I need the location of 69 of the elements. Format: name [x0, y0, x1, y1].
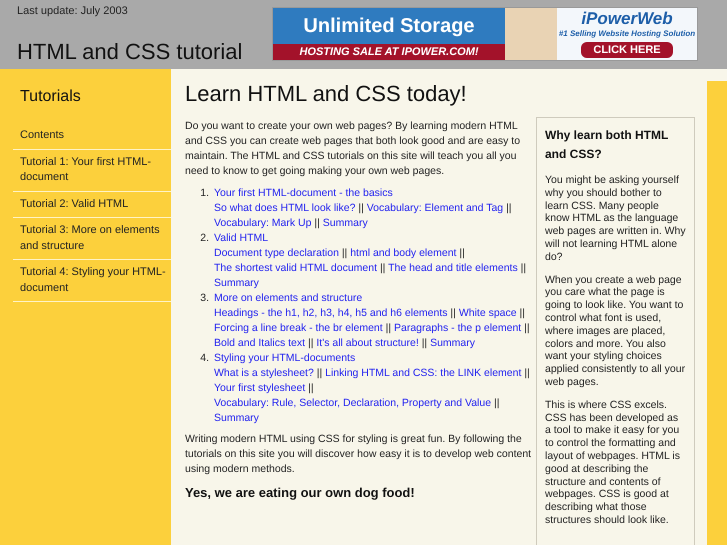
- aside-paragraph: You might be asking yourself why you should bother to learn CSS. Many people know HTML as the language web pages are written in. Why will not learning HTML alone do?: [545, 174, 686, 264]
- banner-headline: Unlimited Storage: [303, 14, 475, 39]
- link-separator: ||: [450, 307, 456, 319]
- lesson-link[interactable]: Paragraphs - the p element: [394, 322, 522, 334]
- ad-banner[interactable]: Unlimited Storage HOSTING SALE AT IPOWER.COM! iPowerWeb #1 Selling Website Hosting Solution CLICK HERE: [272, 7, 698, 61]
- lesson-link[interactable]: White space: [458, 307, 517, 319]
- aside-paragraph: This is where CSS excels. CSS has been developed as a tool to make it easy for you to control the formatting and layout of webpages. HTML is good at describing the structure and contents of webpages. CSS is good at describing what those structures should look like.: [545, 398, 682, 527]
- sidebar-link[interactable]: Tutorial 2: Valid HTML: [13, 192, 171, 217]
- list-number: 3.: [199, 291, 210, 306]
- link-separator: ||: [506, 202, 512, 214]
- link-separator: ||: [308, 337, 314, 349]
- lesson-link[interactable]: Vocabulary: Rule, Selector, Declaration, Property and Value: [214, 397, 492, 409]
- tutorial-link[interactable]: Valid HTML: [214, 231, 268, 246]
- link-separator: ||: [422, 337, 428, 349]
- lesson-link[interactable]: The head and title elements: [388, 262, 518, 274]
- lesson-link[interactable]: So what does HTML look like?: [214, 202, 356, 214]
- link-separator: ||: [520, 307, 525, 319]
- list-number: 1.: [199, 186, 210, 201]
- link-separator: ||: [386, 322, 392, 334]
- site-title: HTML and CSS tutorial: [17, 39, 244, 65]
- lesson-link[interactable]: It's all about structure!: [316, 337, 419, 349]
- page-heading: Learn HTML and CSS today!: [185, 81, 468, 107]
- last-update-text: Last update: July 2003: [17, 4, 129, 18]
- tutorial-link[interactable]: More on elements and structure: [214, 291, 362, 306]
- sidebar-link[interactable]: Tutorial 4: Styling your HTML-document: [13, 260, 171, 301]
- banner-click-here-button[interactable]: CLICK HERE: [581, 42, 673, 58]
- sidebar-title: Tutorials: [19, 87, 82, 107]
- lesson-link[interactable]: Vocabulary: Mark Up: [214, 217, 312, 229]
- link-separator: ||: [524, 367, 530, 379]
- photo-placeholder: [505, 8, 557, 60]
- list-number: 4.: [199, 351, 210, 366]
- link-separator: ||: [314, 217, 320, 229]
- aside-heading: Why learn both HTML and CSS?: [545, 127, 670, 163]
- link-separator: ||: [316, 367, 322, 379]
- lesson-link[interactable]: Summary: [322, 217, 368, 229]
- link-separator: ||: [308, 382, 314, 394]
- banner-sale-text: HOSTING SALE AT IPOWER.COM!: [299, 44, 479, 60]
- link-separator: ||: [358, 202, 364, 214]
- lesson-link[interactable]: Summary: [214, 412, 259, 424]
- lesson-link[interactable]: Document type declaration: [214, 247, 339, 259]
- link-separator: ||: [524, 322, 530, 334]
- link-separator: ||: [459, 247, 465, 259]
- outro-paragraph: Writing modern HTML using CSS for styling is great fun. By following the tutorials on this site you will discover how easy it is to develop web content using modern methods.: [185, 432, 532, 477]
- intro-paragraph: Do you want to create your own web pages? By learning modern HTML and CSS you can create web pages that both look good and are easy to maintain. The HTML and CSS tutorials on this site will teach you all you need to know to get going making your own web pages.: [185, 119, 522, 179]
- lesson-link[interactable]: Vocabulary: Element and Tag: [366, 202, 504, 214]
- tutorial-link[interactable]: Your first HTML-document - the basics: [214, 186, 393, 201]
- sidebar-link[interactable]: Contents: [13, 123, 171, 148]
- list-number: 2.: [199, 231, 210, 246]
- banner-tagline: #1 Selling Website Hosting Solution: [558, 29, 696, 39]
- lesson-link[interactable]: Summary: [430, 337, 476, 349]
- link-separator: ||: [380, 262, 386, 274]
- link-separator: ||: [494, 397, 500, 409]
- sidebar-link[interactable]: Tutorial 3: More on elements and structure: [13, 218, 171, 259]
- lesson-link[interactable]: Forcing a line break - the br element: [214, 322, 383, 334]
- lesson-link[interactable]: Summary: [214, 277, 259, 289]
- link-separator: ||: [342, 247, 348, 259]
- sidebar-link[interactable]: Tutorial 1: Your first HTML-document: [13, 150, 171, 190]
- lesson-link[interactable]: Bold and Italics text: [214, 337, 306, 349]
- lesson-link[interactable]: Linking HTML and CSS: the LINK element: [325, 367, 522, 379]
- banner-brand: iPowerWeb: [581, 9, 673, 29]
- section-heading: Yes, we are eating our own dog food!: [185, 485, 416, 501]
- lesson-link[interactable]: html and body element: [350, 247, 456, 259]
- lesson-link[interactable]: Your first stylesheet: [214, 382, 306, 394]
- lesson-link[interactable]: What is a stylesheet?: [214, 367, 314, 379]
- tutorial-link[interactable]: Styling your HTML-documents: [214, 351, 356, 366]
- lesson-link[interactable]: Headings - the h1, h2, h3, h4, h5 and h6 elements: [214, 307, 448, 319]
- link-separator: ||: [520, 262, 526, 274]
- lesson-link[interactable]: The shortest valid HTML document: [214, 262, 378, 274]
- aside-paragraph: When you create a web page you care what the page is going to look like. You want to control what font is used, where images are placed, colors and more. You also want your styling choices applied consistently to all your web pages.: [545, 274, 686, 389]
